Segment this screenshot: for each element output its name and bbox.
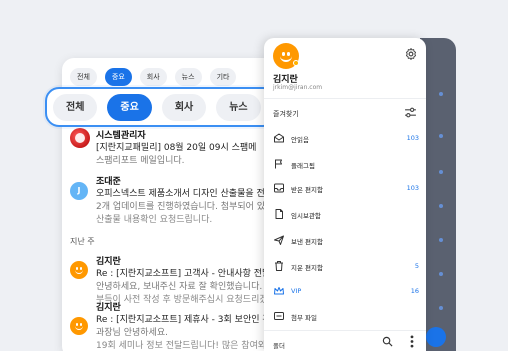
unread-dot (439, 306, 443, 310)
drawer-item-attachments[interactable]: 첨부 파일 (273, 310, 419, 324)
crown-icon (274, 287, 284, 295)
flag-icon (275, 159, 282, 169)
divider (264, 330, 426, 331)
inbox-icon (274, 183, 284, 193)
tab-news[interactable]: 뉴스 (216, 94, 261, 121)
trash-icon (275, 261, 283, 271)
sender-avatar (70, 128, 90, 148)
mail-subject: [지란지교패밀리] 08월 20일 09시 스팸메 (96, 143, 257, 153)
gear-icon[interactable] (404, 47, 418, 61)
sender-avatar (70, 317, 88, 335)
drawer-item-label: 받은 편지함 (291, 186, 323, 194)
mail-preview-line2: 산출물 내용확인 요청드립니다. (96, 215, 213, 225)
drawer-item-count: 16 (410, 287, 419, 295)
unread-dot (439, 134, 443, 138)
tab-company[interactable]: 회사 (161, 94, 207, 121)
drawer-item-vip[interactable]: VIP 16 (273, 285, 419, 299)
drawer-item-trash[interactable]: 지운 편지함 5 (273, 260, 419, 274)
favorites-label: 즐겨찾기 (273, 110, 299, 118)
drawer-item-inbox[interactable]: 받은 편지함 103 (273, 182, 419, 196)
drawer-item-count: 5 (414, 262, 419, 270)
mini-tab-all[interactable]: 전체 (70, 68, 97, 86)
mini-tab-important[interactable]: 중요 (104, 68, 132, 86)
unread-dot (439, 238, 443, 242)
user-email: jrkim@jiran.com (273, 84, 323, 91)
drawer-item-sent[interactable]: 보낸 편지함 (273, 234, 419, 248)
draft-icon (275, 209, 283, 219)
big-tab-bar: 전체 중요 회사 뉴스 기 (53, 94, 275, 121)
mail-preview: 스팸리포트 메일입니다. (96, 156, 185, 166)
search-icon[interactable] (382, 336, 393, 347)
mail-subject: Re : [지란지교소프트] 제휴사 - 3회 보안인 관 (96, 315, 271, 325)
drawer-item-label: 안읽음 (291, 136, 309, 144)
mail-preview-line2: 19회 세미나 정보 전달드립니다! 많은 참여와 관 (96, 341, 278, 351)
paperclip-icon (274, 312, 284, 320)
drawer-item-label: VIP (291, 287, 302, 295)
section-label-last-week: 지난 주 (70, 237, 95, 246)
drawer-item-label: 임시보관함 (291, 212, 321, 220)
sender-avatar: J (70, 182, 88, 200)
drawer-item-drafts[interactable]: 임시보관함 (273, 208, 419, 222)
sender-avatar (70, 261, 88, 279)
unread-dot (439, 204, 443, 208)
folder-label: 폴더 (273, 342, 285, 350)
drawer-item-count: 103 (406, 184, 419, 192)
filter-settings-icon[interactable] (404, 107, 417, 118)
avatar-status-badge (293, 60, 299, 66)
drawer-item-label: 지운 편지함 (291, 264, 323, 272)
mail-subject: 오피스넥스트 제품소개서 디자인 산출물을 전 (96, 189, 265, 199)
more-vertical-icon[interactable] (410, 335, 414, 348)
divider (264, 98, 426, 99)
compose-fab[interactable] (426, 327, 446, 347)
tab-bar-highlight: 전체 중요 회사 뉴스 기 (45, 87, 277, 127)
drawer-item-label: 플래그됨 (291, 162, 315, 170)
mail-subject: Re : [지란지교소프트] 고객사 - 안내사항 전달 (96, 269, 271, 279)
drawer-item-label: 첨부 파일 (291, 314, 317, 322)
unread-dot (439, 170, 443, 174)
drawer-item-flagged[interactable]: 플래그됨 (273, 158, 419, 172)
mini-tab-bar: 전체 중요 회사 뉴스 기타 (70, 68, 237, 86)
mini-tab-company[interactable]: 회사 (139, 68, 167, 86)
drawer-item-count: 103 (406, 134, 419, 142)
mail-preview: 과장님 안녕하세요. (96, 328, 168, 338)
unread-dot (439, 272, 443, 276)
tab-important[interactable]: 중요 (107, 94, 152, 121)
send-icon (274, 235, 284, 245)
envelope-open-icon (274, 133, 284, 143)
drawer-item-unread[interactable]: 안읽음 103 (273, 132, 419, 146)
mail-preview: 안녕하세요, 보내주신 자료 잘 확인했습니다. (96, 282, 263, 292)
mini-tab-news[interactable]: 뉴스 (174, 68, 202, 86)
drawer-item-label: 보낸 편지함 (291, 238, 323, 246)
mini-tab-etc[interactable]: 기타 (209, 68, 237, 86)
tab-all[interactable]: 전체 (53, 94, 98, 121)
unread-dot (439, 92, 443, 96)
navigation-drawer: 김지란 jrkim@jiran.com 즐겨찾기 안읽음 103 플래그됨 받은… (264, 38, 426, 351)
mail-preview: 2개 업데이트를 진행하였습니다. 첨부되어 있는 (96, 202, 274, 212)
